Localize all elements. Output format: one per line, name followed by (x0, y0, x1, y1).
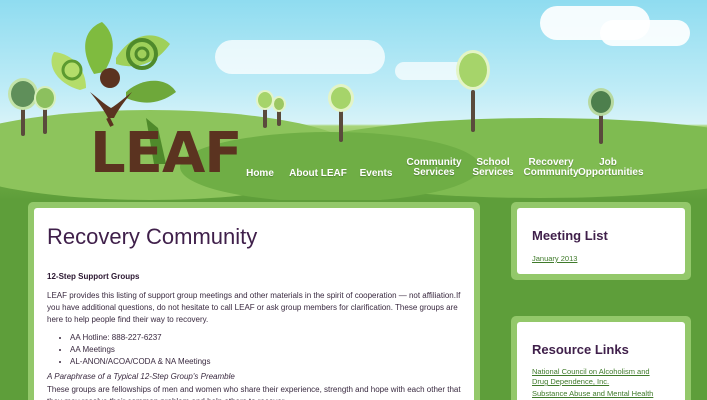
main-content: Recovery Community 12-Step Support Group… (34, 208, 474, 400)
meeting-month-link[interactable]: January 2013 (532, 254, 577, 264)
logo-text: LEAF (90, 121, 243, 186)
tree (588, 88, 614, 144)
nav-label-line: Services (413, 167, 455, 178)
section-title: 12-Step Support Groups (47, 272, 140, 281)
resource-links-title: Resource Links (532, 342, 629, 357)
cloud (600, 20, 690, 46)
meeting-list-title: Meeting List (532, 228, 608, 243)
resource-link-ncadd[interactable]: National Council on Alcoholism and Drug … (532, 367, 650, 387)
preamble-paragraph: These groups are fellowships of men and … (47, 385, 461, 400)
nav-item-about-leaf[interactable]: About LEAF (288, 169, 348, 179)
tree (272, 96, 286, 126)
nav-label-line: Opportunities (578, 167, 644, 178)
tree (328, 84, 354, 142)
nav-label-line: Services (472, 167, 514, 178)
nav-item-school-services[interactable]: School Services (468, 158, 518, 178)
meeting-list-panel: Meeting List January 2013 (517, 208, 685, 274)
nav-item-job-opportunities[interactable]: Job Opportunities (578, 158, 644, 178)
tree (456, 50, 490, 132)
nav-item-events[interactable]: Events (354, 169, 398, 179)
nav-item-community-services[interactable]: Community Services (404, 158, 464, 178)
link-line: National Council on Alcoholism and (532, 367, 650, 376)
cloud (395, 62, 465, 80)
nav-item-home[interactable]: Home (238, 169, 282, 179)
preamble-heading: A Paraphrase of a Typical 12-Step Group'… (47, 372, 235, 381)
nav-item-recovery-community[interactable]: Recovery Community (522, 158, 580, 178)
intro-paragraph: LEAF provides this listing of support gr… (47, 291, 461, 324)
leaf-logo[interactable]: LEAF (24, 14, 243, 182)
list-item: AA Hotline: 888-227-6237 (70, 332, 211, 344)
cloud (215, 40, 385, 74)
page-title: Recovery Community (47, 224, 258, 249)
list-item: AL-ANON/ACOA/CODA & NA Meetings (70, 356, 211, 368)
resource-links-panel: Resource Links National Council on Alcoh… (517, 322, 685, 400)
list-item: AA Meetings (70, 344, 211, 356)
link-line: Substance Abuse and Mental Health (532, 389, 654, 398)
main-nav: Home About LEAF Events Community Service… (238, 158, 658, 188)
hotline-list: AA Hotline: 888-227-6237 AA Meetings AL-… (56, 332, 211, 368)
nav-label-line: Community (523, 167, 579, 178)
nav-label: Events (359, 168, 393, 179)
link-line: Drug Dependence, Inc. (532, 377, 610, 386)
nav-label: Home (246, 168, 274, 179)
nav-label: About LEAF (289, 168, 347, 179)
resource-link-samhsa[interactable]: Substance Abuse and Mental Health (532, 389, 653, 399)
